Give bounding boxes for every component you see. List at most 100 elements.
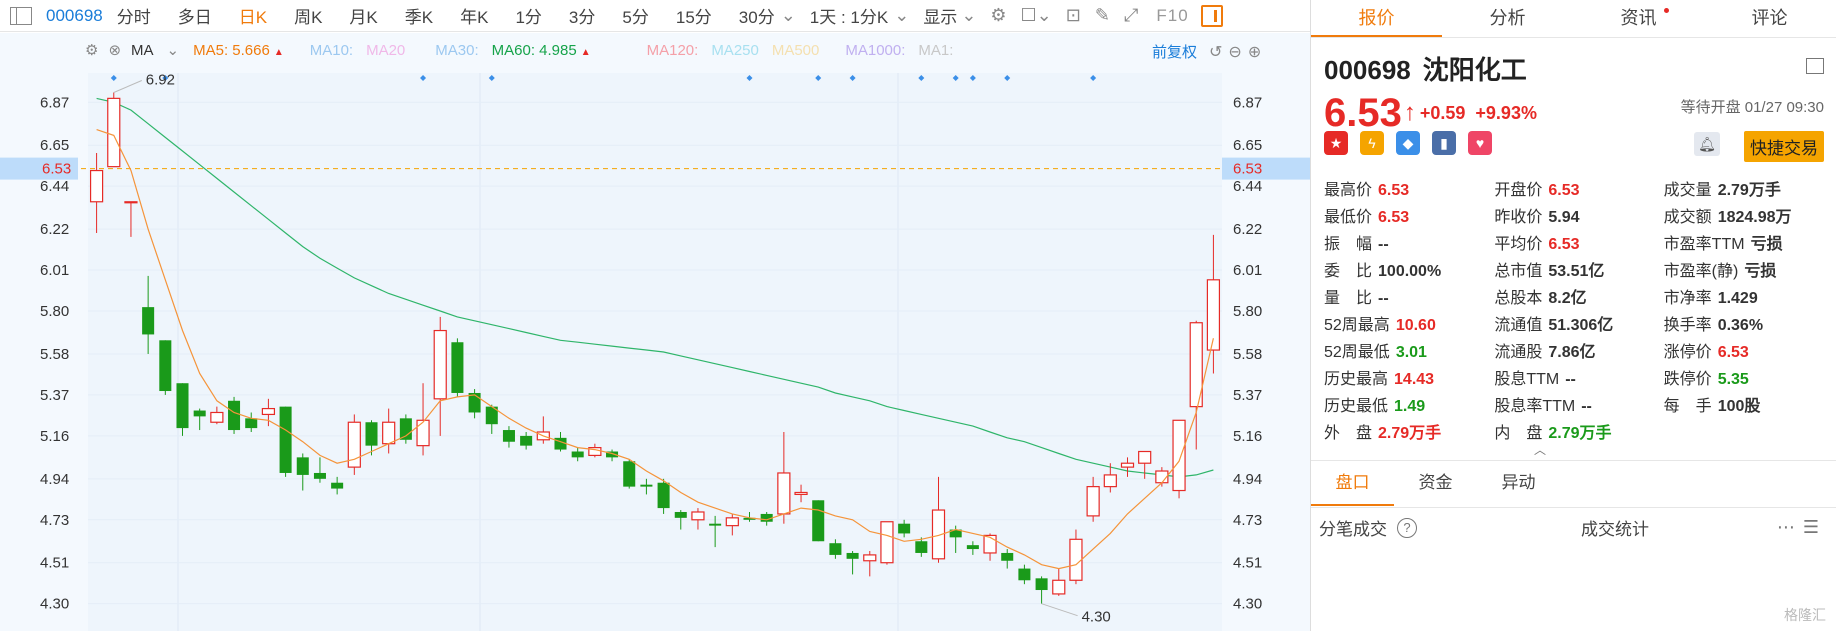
tab-anomaly[interactable]: 异动 xyxy=(1477,461,1560,506)
chevron-up-icon[interactable]: ︿ xyxy=(1534,441,1546,458)
tab-comments[interactable]: 评论 xyxy=(1704,0,1835,37)
tab-quarterly-k[interactable]: 季K xyxy=(405,3,433,28)
quote-cell: 内 盘 2.79万手 xyxy=(1494,419,1663,443)
pen-icon[interactable]: ✎ xyxy=(1095,5,1110,26)
close-icon[interactable]: ⊗ xyxy=(108,41,121,59)
tab-fund-flow[interactable]: 资金 xyxy=(1394,461,1477,506)
candle-body-down xyxy=(399,418,412,440)
quote-row: 最低价 6.53 昨收价 5.94 成交额 1824.98万 xyxy=(1324,201,1834,228)
ma-label[interactable]: MA xyxy=(131,42,154,59)
y-tick-left: 6.44 xyxy=(40,178,69,195)
stock-header: 000698 沈阳化工 6.53 ↑ +0.59 +9.93% 等待开盘 01/2… xyxy=(1324,50,1824,133)
quote-value: 2.79万手 xyxy=(1378,424,1442,442)
y-tick-right: 5.16 xyxy=(1233,428,1262,445)
sidebar-toggle-icon[interactable] xyxy=(10,6,32,25)
tab-3min[interactable]: 3分 xyxy=(569,3,595,28)
chevron-down-icon[interactable]: ⌄ xyxy=(894,5,909,26)
plot-background xyxy=(88,73,1222,631)
kline-chart[interactable]: 6.87 6.87 6.65 6.65 6.44 6.44 6.22 6.22 6.01 6.01… xyxy=(0,33,1310,631)
china-flag-icon[interactable]: ★ xyxy=(1324,131,1348,155)
candle-body-up xyxy=(1172,419,1186,492)
tag-icon[interactable]: ◆ xyxy=(1396,131,1420,155)
stock-code-link[interactable]: 000698 xyxy=(46,6,103,26)
quote-value: 6.53 xyxy=(1717,343,1749,361)
menu-icon[interactable] xyxy=(1806,58,1824,74)
quote-value: -- xyxy=(1581,397,1592,415)
tab-weekly-k[interactable]: 周K xyxy=(294,3,322,28)
tab-analysis[interactable]: 分析 xyxy=(1442,0,1573,37)
quote-row: 量 比 -- 总股本 8.2亿 市净率 1.429 xyxy=(1324,282,1834,309)
quote-value: 6.53 xyxy=(1378,181,1410,199)
undo-icon[interactable]: ↺ xyxy=(1209,44,1228,61)
candle-body-up xyxy=(261,407,276,416)
f10-button[interactable]: F10 xyxy=(1156,6,1188,26)
quote-value: 14.43 xyxy=(1394,370,1435,388)
chevron-down-icon[interactable]: ⌄ xyxy=(167,41,180,59)
kline-svg[interactable]: 6.87 6.87 6.65 6.65 6.44 6.44 6.22 6.22 6.01 6.01… xyxy=(0,33,1310,631)
camera-icon[interactable]: ⊡ xyxy=(1066,5,1081,26)
heart-icon[interactable]: ♥ xyxy=(1468,131,1492,155)
fullscreen-icon[interactable]: ⤢ xyxy=(1124,5,1138,26)
tab-order-book[interactable]: 盘口 xyxy=(1311,461,1394,506)
panel-toggle-icon[interactable] xyxy=(1200,4,1223,27)
stock-code: 000698 xyxy=(1324,55,1411,85)
quote-label: 市盈率TTM xyxy=(1663,235,1745,253)
y-tick-right: 5.58 xyxy=(1233,346,1262,363)
tab-5min[interactable]: 5分 xyxy=(622,3,648,28)
settings-icon[interactable]: ⚙ xyxy=(85,41,98,59)
tab-monthly-k[interactable]: 月K xyxy=(349,3,377,28)
more-icon[interactable]: ⋯☰ xyxy=(1777,517,1827,538)
ma5-text: MA5: 5.666 xyxy=(193,41,270,59)
tab-30min[interactable]: 30分 xyxy=(739,3,775,28)
tab-15min[interactable]: 15分 xyxy=(676,3,712,28)
quote-label: 开盘价 xyxy=(1494,181,1543,199)
ma120-value: MA120: xyxy=(646,41,699,59)
quote-label: 委 比 xyxy=(1324,262,1373,280)
quick-trade-button[interactable]: 快捷交易 xyxy=(1744,131,1824,162)
up-triangle-icon: ▲ xyxy=(273,46,284,58)
lightning-icon[interactable]: ϟ xyxy=(1360,131,1384,155)
quote-label: 昨收价 xyxy=(1494,208,1543,226)
adjust-mode-button[interactable]: 前复权 xyxy=(1152,41,1197,62)
y-tick-left: 5.80 xyxy=(40,303,69,320)
quote-value: 53.51亿 xyxy=(1548,262,1605,280)
candle-body-up xyxy=(89,169,104,203)
period-select[interactable]: 1天 : 1分K xyxy=(810,3,888,28)
tab-intraday[interactable]: 分时 xyxy=(117,3,151,28)
zoom-controls: ↺⊖⊕ xyxy=(1209,42,1267,62)
quote-value: 6.53 xyxy=(1548,235,1580,253)
trade-stats-label[interactable]: 成交统计 xyxy=(1581,515,1649,540)
chevron-down-icon[interactable]: ⌄ xyxy=(961,5,976,26)
candle-body-up xyxy=(382,421,396,445)
quote-value: 6.53 xyxy=(1378,208,1410,226)
tab-news[interactable]: 资讯 xyxy=(1573,0,1704,37)
candle-body-down xyxy=(331,482,344,489)
y-tick-left: 6.87 xyxy=(40,94,69,111)
chevron-down-icon[interactable]: ⌄ xyxy=(781,5,796,26)
quote-cell: 振 幅 -- xyxy=(1324,230,1494,254)
tab-quote[interactable]: 报价 xyxy=(1311,0,1442,37)
tab-1min[interactable]: 1分 xyxy=(515,3,541,28)
ma60-value: MA60: 4.985 ▲ xyxy=(492,42,604,59)
tab-daily-k[interactable]: 日K xyxy=(239,3,267,28)
zoom-out-icon[interactable]: ⊖ xyxy=(1228,44,1247,61)
quote-value: -- xyxy=(1565,370,1576,388)
quote-label: 成交额 xyxy=(1663,208,1712,226)
candle-body-down xyxy=(915,541,928,553)
candle-body-down xyxy=(640,484,653,487)
tab-yearly-k[interactable]: 年K xyxy=(460,3,488,28)
quote-row: 委 比 100.00% 总市值 53.51亿 市盈率(静) 亏损 xyxy=(1324,255,1834,282)
help-icon[interactable]: ? xyxy=(1397,517,1417,538)
quote-value: 1.429 xyxy=(1717,289,1758,307)
tab-multi-day[interactable]: 多日 xyxy=(178,3,212,28)
ma500-value: MA500 xyxy=(771,41,820,59)
zoom-in-icon[interactable]: ⊕ xyxy=(1248,44,1267,61)
quote-cell: 总股本 8.2亿 xyxy=(1494,284,1663,308)
bookmark-icon[interactable]: ▮ xyxy=(1432,131,1456,155)
quote-cell: 52周最高 10.60 xyxy=(1324,311,1494,335)
bell-icon[interactable]: 🔔︎ xyxy=(1694,132,1720,156)
tab-news-label: 资讯 xyxy=(1620,8,1657,28)
display-menu[interactable]: 显示 xyxy=(923,3,957,28)
draw-box-icon[interactable]: ☐⌄ xyxy=(1021,5,1052,26)
settings-icon[interactable]: ⚙ xyxy=(990,5,1006,26)
